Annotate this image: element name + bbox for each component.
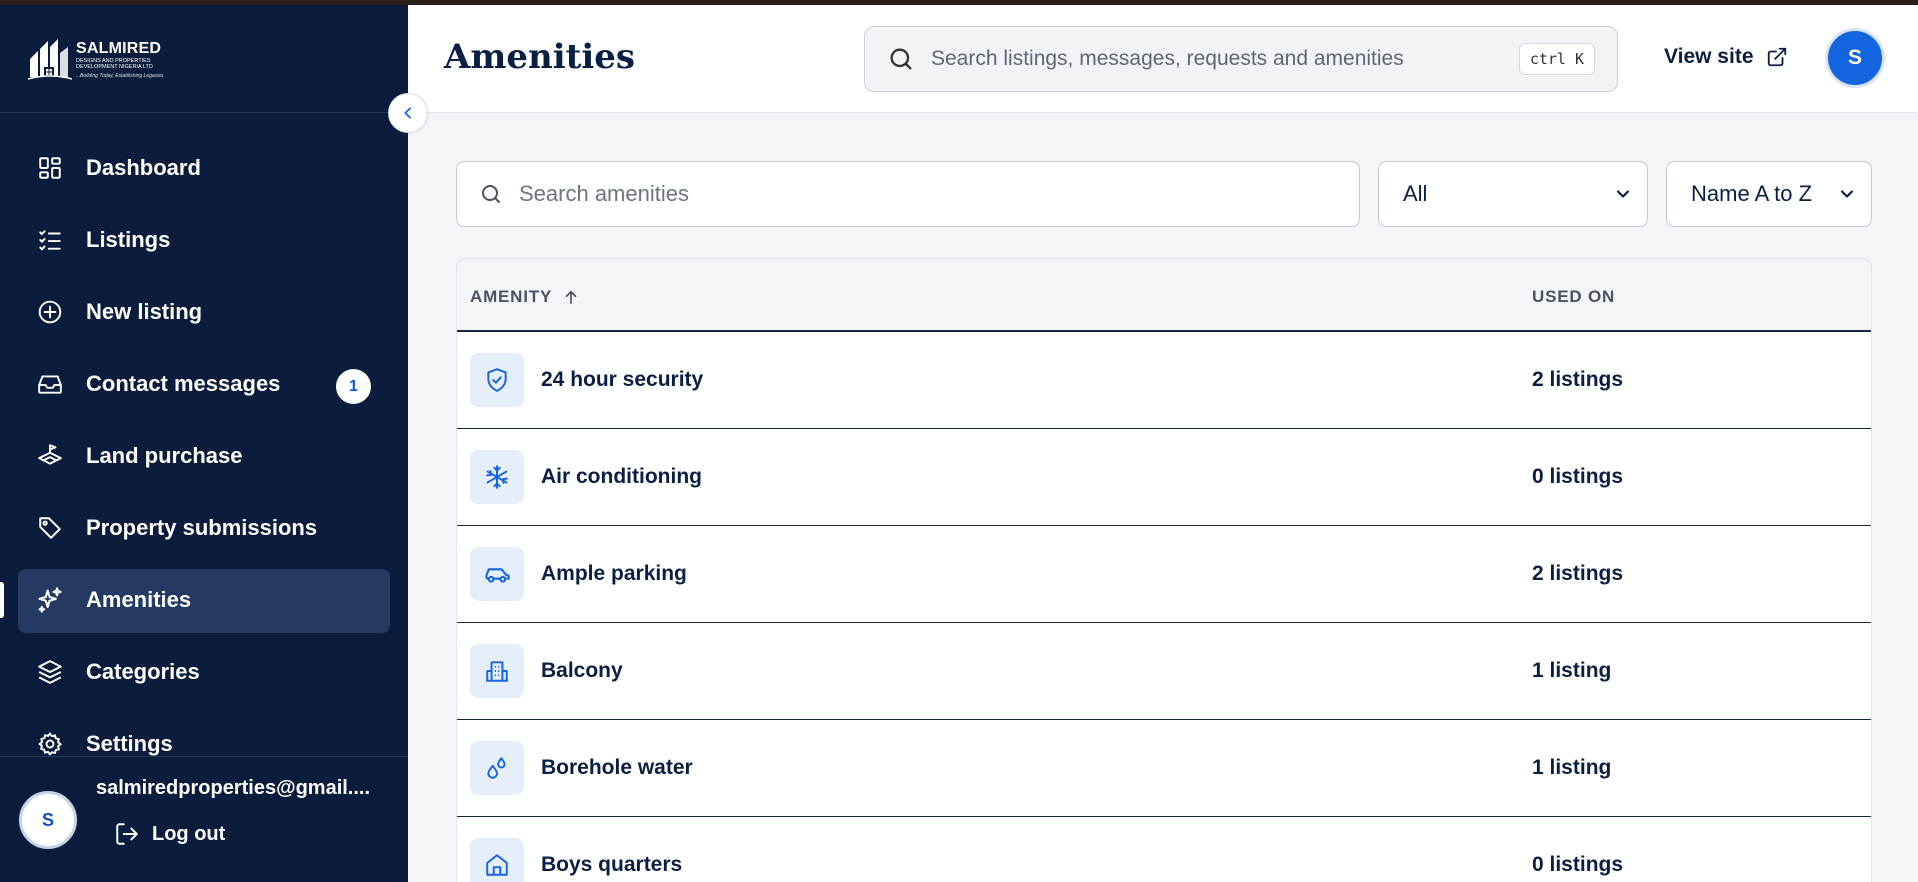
house-icon — [470, 838, 524, 882]
amenity-name: Borehole water — [541, 756, 693, 779]
sidebar-item-label: Land purchase — [86, 443, 243, 468]
column-header-used-on[interactable]: USED ON — [1532, 287, 1615, 307]
global-search-placeholder: Search listings, messages, requests and … — [931, 47, 1404, 70]
car-icon — [470, 547, 524, 601]
amenity-name: Boys quarters — [541, 853, 683, 876]
sidebar-user-panel: S salmiredproperties@gmail.... Log out — [0, 756, 408, 882]
brand-tagline: ...Building Today, Establishing Legacies — [76, 73, 164, 79]
sidebar-item-label: Contact messages — [86, 371, 281, 396]
sidebar-item-dashboard[interactable]: Dashboard — [0, 132, 408, 204]
table-row[interactable]: Borehole water 1 listing — [457, 720, 1871, 817]
sidebar-item-amenities[interactable]: Amenities — [0, 564, 408, 636]
user-email: salmiredproperties@gmail.... — [96, 777, 371, 799]
type-select-value: All — [1403, 181, 1428, 206]
amenity-name: Air conditioning — [541, 465, 702, 488]
chevron-left-icon — [404, 107, 411, 119]
table-row[interactable]: Boys quarters 0 listings — [457, 817, 1871, 882]
gear-icon — [36, 730, 64, 758]
amenity-search-input[interactable] — [519, 181, 1339, 207]
sparkles-icon — [36, 586, 64, 614]
amenity-usage: 2 listings — [1532, 368, 1624, 391]
sidebar-item-new-listing[interactable]: New listing — [0, 276, 408, 348]
amenity-usage: 0 listings — [1532, 465, 1624, 488]
table-row[interactable]: 24 hour security 2 listings — [457, 332, 1871, 429]
sidebar-item-land-purchase[interactable]: Land purchase — [0, 420, 408, 492]
logout-label: Log out — [152, 822, 226, 845]
sidebar-item-label: Amenities — [86, 587, 192, 612]
amenity-usage: 2 listings — [1532, 562, 1624, 585]
checklist-icon — [36, 226, 64, 254]
sidebar-item-listings[interactable]: Listings — [0, 204, 408, 276]
sidebar-item-categories[interactable]: Categories — [0, 636, 408, 708]
sidebar-item-label: Dashboard — [86, 155, 201, 180]
view-site-link[interactable]: View site — [1664, 45, 1788, 69]
sidebar-item-property-submissions[interactable]: Property submissions — [0, 492, 408, 564]
user-avatar[interactable]: S — [19, 791, 77, 849]
sidebar-item-label: Settings — [86, 731, 173, 756]
amenity-usage: 1 listing — [1532, 756, 1612, 779]
amenity-usage: 0 listings — [1532, 853, 1624, 876]
amenity-type-select[interactable]: All — [1378, 161, 1648, 227]
water-drops-icon — [470, 741, 524, 795]
window-top-strip — [0, 0, 1918, 5]
inbox-icon — [36, 370, 64, 398]
sidebar-item-label: Listings — [86, 227, 171, 252]
sidebar: SALMIRED DESIGNS AND PROPERTIES DEVELOPM… — [0, 0, 408, 882]
sort-select[interactable]: Name A to Z — [1666, 161, 1872, 227]
shield-check-icon — [470, 353, 524, 407]
amenity-filters: All Name A to Z — [456, 161, 1872, 227]
sidebar-item-label: New listing — [86, 299, 203, 324]
search-icon — [890, 48, 912, 70]
sort-select-value: Name A to Z — [1691, 181, 1813, 206]
amenity-name: Balcony — [541, 659, 623, 682]
unread-count-badge: 1 — [336, 369, 371, 404]
table-row[interactable]: Balcony 1 listing — [457, 623, 1871, 720]
global-search-input[interactable]: Search listings, messages, requests and … — [864, 26, 1618, 92]
page-title: Amenities — [444, 37, 636, 77]
account-avatar-button[interactable]: S — [1825, 28, 1885, 88]
layers-icon — [36, 658, 64, 686]
brand-name: SALMIRED — [76, 40, 162, 57]
top-header: Amenities Search listings, messages, req… — [408, 5, 1918, 113]
chevron-down-icon — [1616, 190, 1630, 198]
search-icon — [482, 185, 500, 203]
grid-icon — [36, 154, 64, 182]
logout-button[interactable]: Log out — [114, 821, 225, 847]
sidebar-item-contact-messages[interactable]: Contact messages 1 — [0, 348, 408, 420]
table-row[interactable]: Air conditioning 0 listings — [457, 429, 1871, 526]
amenity-name: 24 hour security — [541, 368, 704, 391]
amenity-usage: 1 listing — [1532, 659, 1612, 682]
collapse-sidebar-button[interactable] — [388, 93, 428, 133]
building-icon — [470, 644, 524, 698]
external-link-icon — [1767, 47, 1786, 67]
view-site-label: View site — [1664, 45, 1754, 68]
brand-logo[interactable]: SALMIRED DESIGNS AND PROPERTIES DEVELOPM… — [28, 30, 173, 90]
amenities-table: AMENITY USED ON 24 hour security 2 listi… — [456, 258, 1872, 882]
brand-line-3: DEVELOPMENT NIGERIA LTD — [76, 63, 153, 70]
sort-arrow-up-icon — [565, 290, 577, 304]
table-header: AMENITY USED ON — [457, 259, 1871, 332]
sidebar-item-label: Property submissions — [86, 515, 318, 540]
land-icon — [36, 442, 64, 470]
sidebar-nav: Dashboard Listings New listing Contact m… — [0, 132, 408, 780]
plus-circle-icon — [36, 298, 64, 326]
table-row[interactable]: Ample parking 2 listings — [457, 526, 1871, 623]
chevron-down-icon — [1840, 190, 1854, 198]
logout-icon — [116, 823, 138, 845]
amenity-name: Ample parking — [541, 562, 687, 585]
column-header-amenity[interactable]: AMENITY — [470, 287, 580, 307]
sidebar-item-label: Categories — [86, 659, 200, 684]
sidebar-divider — [0, 112, 408, 113]
amenity-search-field — [456, 161, 1360, 227]
tag-icon — [36, 514, 64, 542]
keyboard-shortcut-hint: ctrl K — [1518, 43, 1595, 75]
logo-mark-icon — [28, 39, 72, 80]
snowflake-icon — [470, 450, 524, 504]
